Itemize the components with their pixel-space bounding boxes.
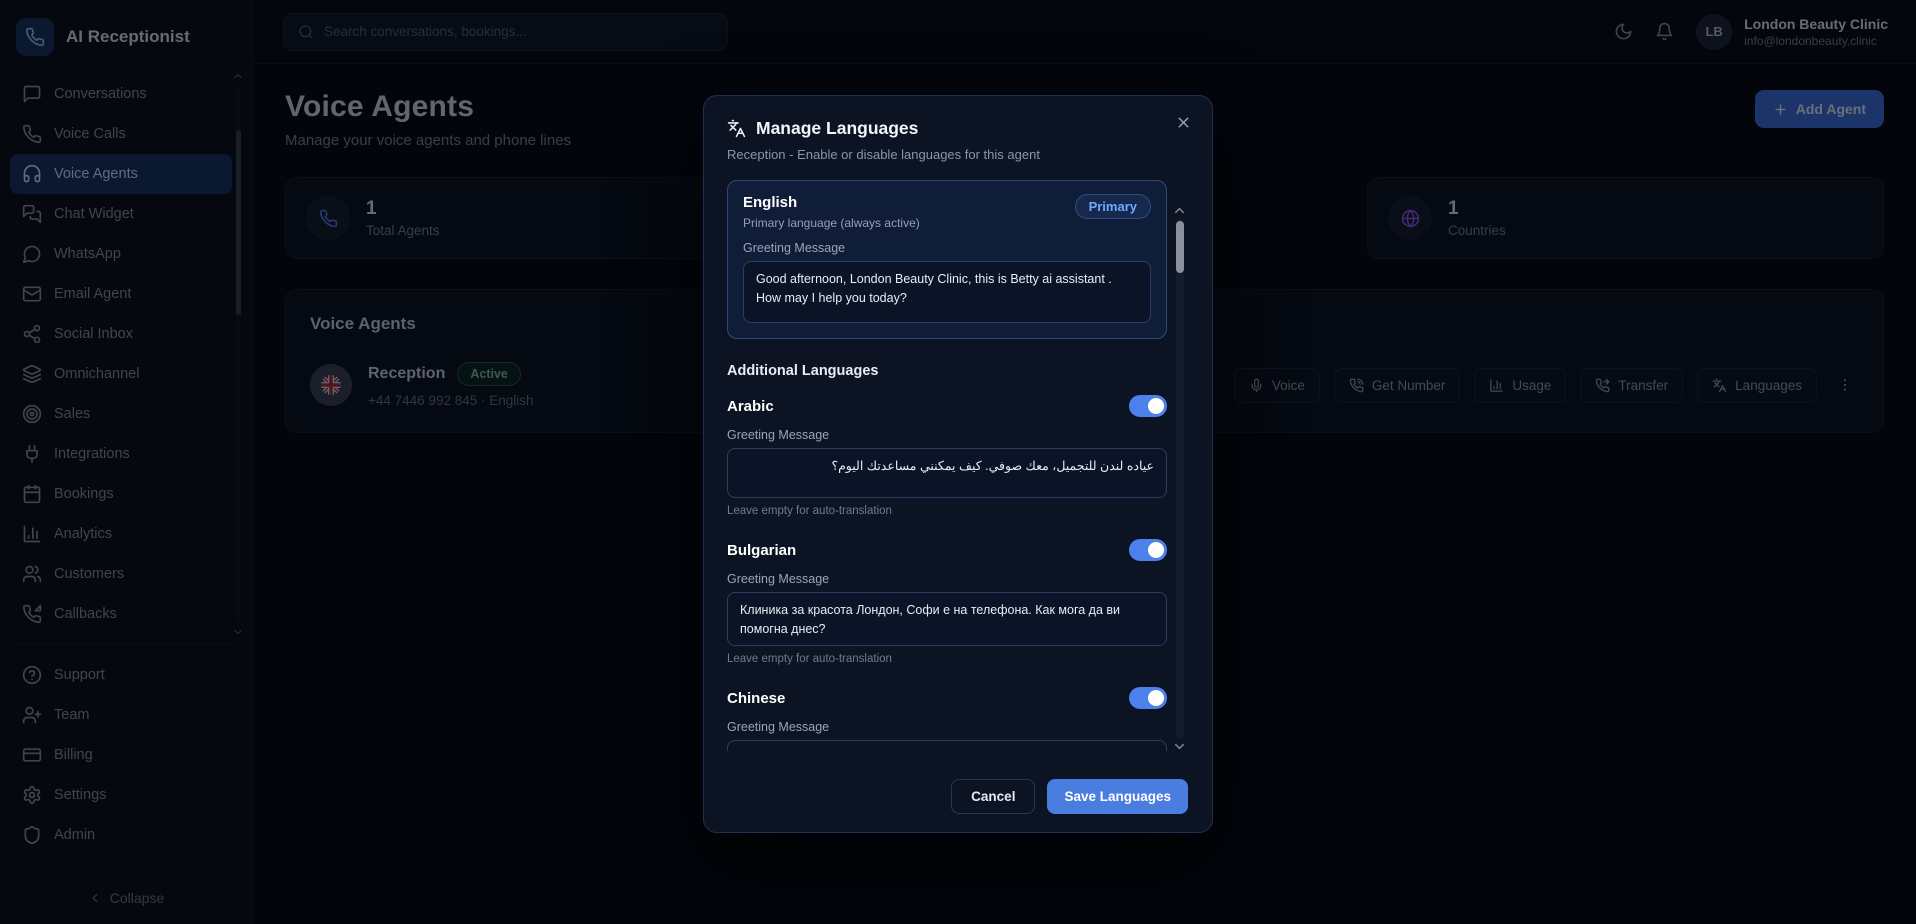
auto-translation-hint: Leave empty for auto-translation [727,653,1167,665]
cancel-button[interactable]: Cancel [951,779,1035,814]
arabic-toggle[interactable] [1129,395,1167,417]
greeting-label: Greeting Message [727,572,1167,586]
modal-footer: Cancel Save Languages [704,760,1212,832]
save-languages-button[interactable]: Save Languages [1047,779,1188,814]
greeting-label: Greeting Message [727,428,1167,442]
bulgarian-greeting-textarea[interactable]: Клиника за красота Лондон, Софи е на тел… [727,592,1167,646]
bulgarian-toggle[interactable] [1129,539,1167,561]
greeting-label: Greeting Message [743,241,1151,255]
language-block-arabic: Arabic Greeting Message عياده لندن للتجم… [727,395,1167,517]
modal-header: Manage Languages Reception - Enable or d… [704,96,1212,162]
chinese-toggle[interactable] [1129,687,1167,709]
chevron-down-icon[interactable] [1172,739,1187,754]
language-name: Chinese [727,690,785,707]
language-name: Bulgarian [727,542,796,559]
modal-scroll-area: English Primary language (always active)… [727,176,1171,751]
primary-language-card: English Primary language (always active)… [727,180,1167,339]
language-block-chinese: Chinese Greeting Message 伦敦美容诊所，苏菲为您服务。今… [727,687,1167,751]
english-greeting-textarea[interactable]: Good afternoon, London Beauty Clinic, th… [743,261,1151,323]
language-block-bulgarian: Bulgarian Greeting Message Клиника за кр… [727,539,1167,665]
modal-scrollbar[interactable] [1174,205,1186,752]
close-icon[interactable] [1173,112,1194,133]
arabic-greeting-textarea[interactable]: عياده لندن للتجميل، معك صوفي. كيف يمكنني… [727,448,1167,498]
languages-icon [727,119,746,138]
manage-languages-modal: Manage Languages Reception - Enable or d… [703,95,1213,833]
primary-badge: Primary [1075,194,1151,219]
auto-translation-hint: Leave empty for auto-translation [727,505,1167,517]
language-name: English [743,194,920,211]
language-description: Primary language (always active) [743,216,920,230]
modal-title: Manage Languages [756,118,918,139]
modal-subtitle: Reception - Enable or disable languages … [727,147,1188,162]
greeting-label: Greeting Message [727,720,1167,734]
additional-languages-heading: Additional Languages [727,363,1171,379]
scrollbar-thumb[interactable] [1176,221,1184,273]
chinese-greeting-textarea[interactable]: 伦敦美容诊所，苏菲为您服务。今天我能为您效劳吗？ [727,740,1167,751]
language-name: Arabic [727,398,774,415]
chevron-up-icon[interactable] [1172,203,1187,218]
